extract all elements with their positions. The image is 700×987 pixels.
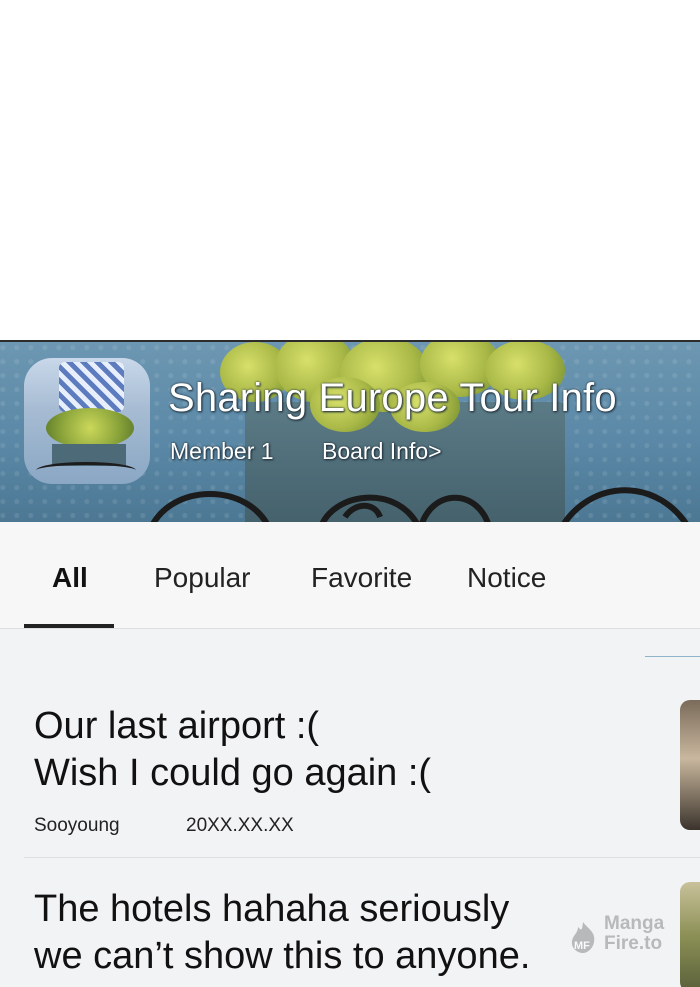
- community-board-screen: Sharing Europe Tour Info Member 1 Board …: [0, 340, 700, 987]
- avatar-plant-image: [46, 408, 134, 448]
- post-thumbnail[interactable]: [680, 700, 700, 830]
- avatar-railing-image: [36, 462, 136, 479]
- member-count: Member 1: [170, 438, 274, 464]
- avatar-tile-image: [59, 362, 124, 412]
- post-title-line: Wish I could go again :(: [34, 752, 432, 794]
- board-info-link[interactable]: Board Info>: [322, 438, 442, 465]
- post-author: Sooyoung: [34, 815, 120, 836]
- board-title: Sharing Europe Tour Info: [168, 376, 617, 420]
- watermark-line: Manga: [604, 913, 665, 934]
- board-header-banner: Sharing Europe Tour Info Member 1 Board …: [0, 342, 700, 522]
- watermark-line: Fire.to: [604, 933, 663, 954]
- svg-text:MF: MF: [574, 940, 590, 952]
- blank-top-area: [0, 0, 700, 340]
- post-title: The hotels hahaha seriously we can’t sho…: [34, 886, 530, 980]
- tab-favorite[interactable]: Favorite: [311, 562, 412, 594]
- watermark-text: Manga Fire.to: [604, 914, 664, 954]
- post-title: Our last airport :( Wish I could go agai…: [34, 703, 431, 797]
- watermark: MF Manga Fire.to: [566, 912, 676, 964]
- post-date: 20XX.XX.XX: [186, 815, 294, 836]
- divider: [24, 857, 700, 858]
- tab-all[interactable]: All: [52, 562, 88, 594]
- post-title-line: we can’t show this to anyone.: [34, 935, 531, 977]
- post-title-line: Our last airport :(: [34, 705, 320, 747]
- post-title-line: The hotels hahaha seriously: [34, 888, 510, 930]
- divider: [645, 656, 700, 657]
- board-avatar[interactable]: [24, 358, 150, 484]
- active-tab-indicator: [24, 624, 114, 628]
- post-thumbnail[interactable]: [680, 882, 700, 987]
- flame-logo-icon: MF: [571, 922, 595, 953]
- tab-popular[interactable]: Popular: [154, 562, 251, 594]
- board-tabs: All Popular Favorite Notice: [0, 522, 700, 629]
- tab-notice[interactable]: Notice: [467, 562, 546, 594]
